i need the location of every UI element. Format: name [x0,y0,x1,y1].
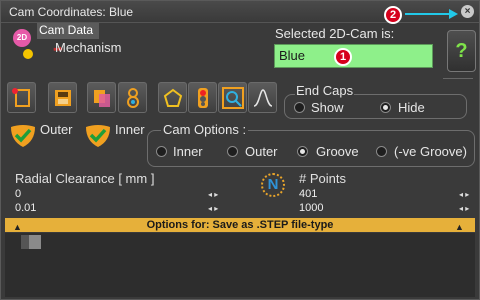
copy-icon [94,90,110,107]
shape-icon [163,88,183,107]
radial-min-spinner-icon[interactable]: ◂ ▸ [208,188,220,202]
points-max-spinner-icon[interactable]: ◂ ▸ [459,202,471,216]
radial-max-spinner-icon[interactable]: ◂ ▸ [208,202,220,216]
help-divider [443,75,473,79]
radial-clearance-label: Radial Clearance [ mm ] [15,171,155,186]
copy-button[interactable] [87,82,116,113]
annotation-marker-1: 1 [334,48,352,66]
end-caps-show-label: Show [311,100,344,115]
inner-check-icon[interactable] [83,123,113,149]
save-options-banner[interactable]: ▲ Options for: Save as .STEP file-type ▲ [5,218,475,232]
banner-right-triangle-icon: ▲ [455,222,464,232]
cam-option-groove-label: Groove [316,144,359,159]
new-cam-button[interactable] [7,82,36,113]
inner-check-label: Inner [115,122,145,137]
cam-option-outer-label: Outer [245,144,278,159]
zoom-icon [222,87,244,109]
annotation-arrow-head [449,9,458,19]
points-label: # Points [299,171,346,186]
save-button[interactable] [48,82,77,113]
window-title: Cam Coordinates: Blue [9,5,134,19]
cam-coordinates-window: Cam Coordinates: Blue × 2 2D Cam Data ➡ … [0,0,480,300]
title-bar[interactable]: Cam Coordinates: Blue × [1,1,479,23]
north-compass-icon: N [261,173,285,197]
annotation-marker-2: 2 [384,6,402,24]
end-caps-show-radio[interactable] [294,102,305,113]
outer-check-label: Outer [40,122,73,137]
zoom-button[interactable] [218,82,247,113]
swatch-light [29,235,41,249]
options-panel [5,233,475,297]
traffic-light-button[interactable] [188,82,217,113]
cam-option-inner-radio[interactable] [156,146,167,157]
outer-check-icon[interactable] [8,123,38,149]
end-caps-legend: End Caps [295,83,355,98]
help-button[interactable]: ? [447,30,476,72]
traffic-light-icon [198,88,208,108]
radial-clearance-max-field[interactable]: 0.01 [13,202,223,216]
new-cam-icon [12,88,30,107]
cam-option-ve-groove-radio[interactable] [376,146,387,157]
end-caps-hide-label: Hide [398,100,425,115]
shape-button[interactable] [158,82,187,113]
banner-left-triangle-icon: ▲ [13,222,22,232]
cam-tree: 2D Cam Data ➡ Mechanism [13,23,263,79]
points-max-field[interactable]: 1000 [297,202,467,216]
selected-cam-field[interactable]: Blue [274,44,433,68]
cam-options-legend: Cam Options : [161,122,249,137]
user-icon [127,88,139,108]
end-caps-hide-radio[interactable] [380,102,391,113]
swatch-dark [21,235,29,249]
points-min-spinner-icon[interactable]: ◂ ▸ [459,188,471,202]
radial-clearance-min-field[interactable]: 0 [13,188,223,202]
selected-cam-label: Selected 2D-Cam is: [275,26,395,41]
banner-text: Options for: Save as .STEP file-type [146,219,334,231]
tree-item-cam-data[interactable]: Cam Data [37,23,100,39]
2d-cam-icon: 2D [13,29,31,47]
close-button[interactable]: × [461,5,474,18]
cam-option-groove-radio[interactable] [297,146,308,157]
user-button[interactable] [118,82,147,113]
cam-option-outer-radio[interactable] [227,146,238,157]
curve-icon [253,89,273,107]
cam-option-inner-label: Inner [173,144,203,159]
status-dot-icon [23,49,33,59]
cam-option-ve-groove-label: (-ve Groove) [394,144,467,159]
tree-item-mechanism[interactable]: Mechanism [55,40,121,56]
curve-button[interactable] [248,82,277,113]
save-icon [55,90,71,106]
points-min-field[interactable]: 401 [297,188,467,202]
annotation-arrow [405,13,453,15]
